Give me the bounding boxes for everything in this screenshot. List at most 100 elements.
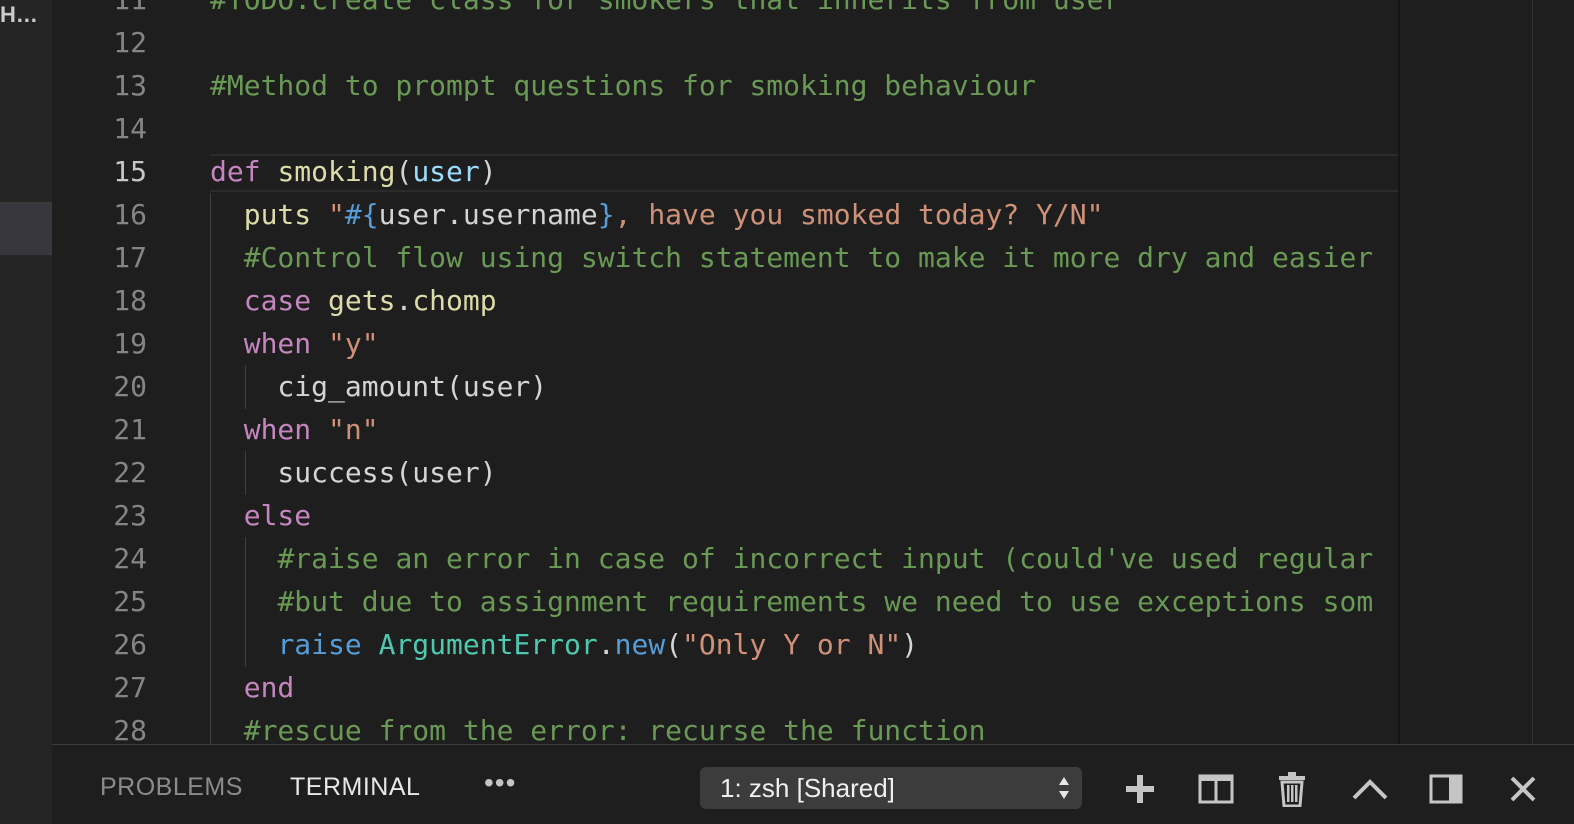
code-line[interactable]: 23 else — [52, 494, 1398, 537]
tab-problems[interactable]: PROBLEMS — [100, 773, 243, 802]
terminal-select-value: 1: zsh [Shared] — [720, 773, 895, 803]
line-number: 27 — [113, 671, 147, 704]
code-text: when "y" — [210, 322, 1398, 365]
code-text: puts "#{user.username}, have you smoked … — [210, 193, 1398, 236]
code-token: ArgumentError — [378, 628, 598, 661]
new-terminal-button[interactable] — [1118, 767, 1162, 811]
maximize-panel-button[interactable] — [1348, 767, 1392, 811]
line-number: 13 — [113, 69, 147, 102]
explorer-selected-item[interactable] — [0, 202, 52, 255]
trash-icon — [1279, 772, 1305, 807]
tab-terminal[interactable]: TERMINAL — [290, 773, 420, 802]
code-token: . — [597, 628, 615, 661]
line-number: 19 — [113, 327, 147, 360]
code-token: smoking — [277, 155, 396, 188]
code-line[interactable]: 25 #but due to assignment requirements w… — [52, 580, 1398, 623]
line-number: 24 — [113, 542, 147, 575]
code-token: " — [328, 198, 345, 231]
minimap[interactable] — [1400, 0, 1532, 744]
code-line[interactable]: 15 def smoking(user) — [52, 150, 1398, 193]
code-token: #{ — [344, 198, 379, 231]
code-token: . — [395, 284, 413, 317]
code-token: #Control flow using switch statement to … — [243, 241, 1374, 274]
explorer-item-label[interactable]: H… — [0, 2, 38, 28]
code-text: #TODO:create class for smokers that inhe… — [210, 0, 1398, 21]
code-line[interactable]: 13 #Method to prompt questions for smokin… — [52, 64, 1398, 107]
code-line[interactable]: 22 success(user) — [52, 451, 1398, 494]
code-line[interactable]: 24 #raise an error in case of incorrect … — [52, 537, 1398, 580]
code-editor[interactable]: 11 #TODO:create class for smokers that in… — [52, 0, 1574, 744]
code-text: raise ArgumentError.new("Only Y or N") — [210, 623, 1398, 666]
explorer-strip: H… — [0, 0, 52, 824]
code-text: success(user) — [210, 451, 1398, 494]
code-line[interactable]: 18 case gets.chomp — [52, 279, 1398, 322]
code-token: else — [243, 499, 312, 532]
code-token: ( — [395, 155, 413, 188]
code-text: #Control flow using switch statement to … — [210, 236, 1398, 279]
close-icon — [1510, 776, 1536, 802]
code-token: user — [412, 155, 480, 188]
indent-guide — [245, 537, 246, 667]
line-number: 26 — [113, 628, 147, 661]
code-token: ) — [901, 628, 919, 661]
plus-icon — [1126, 775, 1154, 803]
chevron-up-icon — [1352, 779, 1388, 800]
code-token: #raise an error in case of incorrect inp… — [277, 542, 1374, 575]
kill-terminal-button[interactable] — [1270, 767, 1314, 811]
code-line[interactable]: 12 — [52, 21, 1398, 64]
code-token: #TODO:create class for smokers that inhe… — [210, 0, 1120, 16]
code-token: #Method to prompt questions for smoking … — [210, 69, 1037, 102]
code-line[interactable]: 21 when "n" — [52, 408, 1398, 451]
code-token: "Only Y or N" — [682, 628, 902, 661]
code-token: when — [243, 327, 329, 360]
more-actions-icon[interactable]: ••• — [484, 767, 516, 799]
code-token: "n" — [328, 413, 379, 446]
code-token: new — [614, 628, 666, 661]
code-line[interactable]: 17 #Control flow using switch statement … — [52, 236, 1398, 279]
indent-guide — [245, 365, 246, 409]
line-number: 14 — [113, 112, 147, 145]
code-token: success(user) — [210, 456, 497, 489]
code-line[interactable]: 11 #TODO:create class for smokers that in… — [52, 0, 1398, 21]
code-token: end — [243, 671, 295, 704]
line-number: 15 — [113, 155, 147, 188]
toggle-panel-position-button[interactable] — [1424, 767, 1468, 811]
line-number: 28 — [113, 714, 147, 744]
code-line[interactable]: 19 when "y" — [52, 322, 1398, 365]
code-token: ) — [479, 155, 497, 188]
code-token: cig_amount(user) — [210, 370, 548, 403]
code-line[interactable]: 20 cig_amount(user) — [52, 365, 1398, 408]
code-line[interactable]: 27 end — [52, 666, 1398, 709]
split-icon — [1198, 774, 1234, 804]
line-number: 23 — [113, 499, 147, 532]
code-text: end — [210, 666, 1398, 709]
code-line[interactable]: 26 raise ArgumentError.new("Only Y or N"… — [52, 623, 1398, 666]
code-text: #raise an error in case of incorrect inp… — [210, 537, 1398, 580]
code-token: puts — [243, 198, 329, 231]
code-token: gets — [328, 284, 396, 317]
line-number: 18 — [113, 284, 147, 317]
indent-guide — [210, 193, 211, 744]
terminal-select[interactable]: 1: zsh [Shared] — [700, 767, 1082, 809]
code-line[interactable]: 16 puts "#{user.username}, have you smok… — [52, 193, 1398, 236]
split-terminal-button[interactable] — [1194, 767, 1238, 811]
code-line[interactable]: 14 — [52, 107, 1398, 150]
line-number: 25 — [113, 585, 147, 618]
close-panel-button[interactable] — [1501, 767, 1545, 811]
code-text: cig_amount(user) — [210, 365, 1398, 408]
code-token: def — [210, 155, 278, 188]
editor-vertical-scrollbar[interactable] — [1532, 0, 1574, 744]
code-line[interactable]: 28 #rescue from the error: recurse the f… — [52, 709, 1398, 744]
line-number: 21 — [113, 413, 147, 446]
code-token: , have you smoked today? Y/N" — [614, 198, 1104, 231]
code-token: "y" — [328, 327, 379, 360]
code-token: chomp — [412, 284, 497, 317]
